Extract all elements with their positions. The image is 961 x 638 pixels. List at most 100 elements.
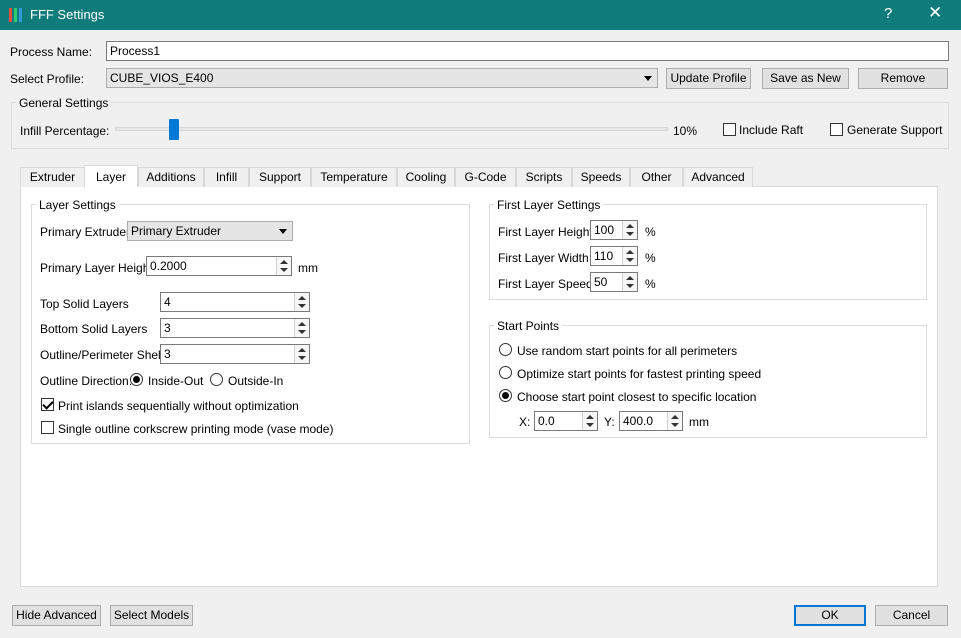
- spin-up-icon[interactable]: [280, 260, 288, 264]
- general-settings-group: [11, 102, 949, 149]
- remove-button[interactable]: Remove: [858, 68, 948, 89]
- x-spinbox[interactable]: 0.0: [534, 411, 598, 431]
- spin-down-icon[interactable]: [298, 330, 306, 334]
- general-settings-title: General Settings: [16, 96, 112, 110]
- spin-down-icon[interactable]: [626, 258, 634, 262]
- print-islands-label: Print islands sequentially without optim…: [58, 399, 299, 413]
- spin-buttons[interactable]: [622, 247, 637, 265]
- inside-out-radio[interactable]: [130, 373, 143, 386]
- tab-scripts[interactable]: Scripts: [516, 167, 572, 187]
- spin-buttons[interactable]: [622, 221, 637, 239]
- infill-slider-track[interactable]: [115, 127, 668, 131]
- spin-up-icon[interactable]: [298, 296, 306, 300]
- update-profile-button[interactable]: Update Profile: [666, 68, 751, 89]
- first-layer-speed-label: First Layer Speed: [498, 277, 593, 291]
- spin-up-icon[interactable]: [626, 224, 634, 228]
- spin-buttons[interactable]: [582, 412, 597, 430]
- optimize-start-label: Optimize start points for fastest printi…: [517, 367, 762, 381]
- top-solid-layers-spinbox[interactable]: 4: [160, 292, 310, 312]
- spin-up-icon[interactable]: [586, 415, 594, 419]
- primary-layer-height-spinbox[interactable]: 0.2000: [146, 256, 292, 276]
- chevron-down-icon: [279, 229, 287, 234]
- spin-up-icon[interactable]: [298, 322, 306, 326]
- top-solid-layers-value: 4: [164, 295, 171, 309]
- app-icon: [9, 8, 23, 22]
- spin-buttons[interactable]: [294, 293, 309, 311]
- title-bar: FFF Settings ? ✕: [0, 0, 961, 30]
- outline-direction-label: Outline Direction:: [40, 374, 133, 388]
- primary-extruder-select[interactable]: Primary Extruder: [127, 221, 293, 241]
- tab-other[interactable]: Other: [630, 167, 683, 187]
- outside-in-radio[interactable]: [210, 373, 223, 386]
- outline-shells-value: 3: [164, 347, 171, 361]
- spin-down-icon[interactable]: [298, 356, 306, 360]
- generate-support-checkbox[interactable]: [830, 123, 843, 136]
- bottom-solid-layers-value: 3: [164, 321, 171, 335]
- spin-buttons[interactable]: [294, 319, 309, 337]
- select-profile-label: Select Profile:: [10, 72, 85, 86]
- help-button[interactable]: ?: [884, 5, 892, 22]
- save-as-new-button[interactable]: Save as New: [762, 68, 849, 89]
- tab-infill[interactable]: Infill: [204, 167, 249, 187]
- spin-down-icon[interactable]: [626, 284, 634, 288]
- tab-layer[interactable]: Layer: [84, 165, 138, 187]
- close-button[interactable]: ✕: [928, 3, 942, 23]
- profile-select[interactable]: CUBE_VIOS_E400: [106, 68, 658, 88]
- y-spinbox[interactable]: 400.0: [619, 411, 683, 431]
- spin-down-icon[interactable]: [298, 304, 306, 308]
- spin-buttons[interactable]: [622, 273, 637, 291]
- select-models-button[interactable]: Select Models: [110, 605, 193, 626]
- first-layer-width-spinbox[interactable]: 110: [590, 246, 638, 266]
- tab-gcode[interactable]: G-Code: [455, 167, 516, 187]
- first-layer-width-value: 110: [594, 249, 614, 263]
- spin-down-icon[interactable]: [586, 423, 594, 427]
- outline-shells-spinbox[interactable]: 3: [160, 344, 310, 364]
- top-solid-layers-label: Top Solid Layers: [40, 297, 129, 311]
- infill-percentage-label: Infill Percentage:: [20, 124, 110, 138]
- optimize-start-radio[interactable]: [499, 366, 512, 379]
- first-layer-settings-title: First Layer Settings: [494, 198, 604, 212]
- outline-shells-label: Outline/Perimeter Shells: [40, 348, 170, 362]
- hide-advanced-button[interactable]: Hide Advanced: [12, 605, 101, 626]
- generate-support-label: Generate Support: [847, 123, 943, 137]
- profile-select-value: CUBE_VIOS_E400: [110, 71, 214, 85]
- spin-down-icon[interactable]: [671, 423, 679, 427]
- ok-button[interactable]: OK: [794, 605, 866, 626]
- tab-temperature[interactable]: Temperature: [311, 167, 397, 187]
- spin-buttons[interactable]: [294, 345, 309, 363]
- process-name-input[interactable]: Process1: [106, 41, 949, 61]
- bottom-solid-layers-spinbox[interactable]: 3: [160, 318, 310, 338]
- tab-extruder[interactable]: Extruder: [20, 167, 85, 187]
- random-start-radio[interactable]: [499, 343, 512, 356]
- tab-additions[interactable]: Additions: [138, 167, 204, 187]
- chevron-down-icon: [644, 76, 652, 81]
- print-islands-checkbox[interactable]: [41, 398, 54, 411]
- spin-down-icon[interactable]: [626, 232, 634, 236]
- infill-slider-handle[interactable]: [169, 119, 179, 140]
- first-layer-height-spinbox[interactable]: 100: [590, 220, 638, 240]
- spin-up-icon[interactable]: [671, 415, 679, 419]
- y-value: 400.0: [623, 414, 654, 428]
- primary-extruder-label: Primary Extruder: [40, 225, 131, 239]
- spin-up-icon[interactable]: [626, 250, 634, 254]
- layer-settings-title: Layer Settings: [36, 198, 119, 212]
- spin-buttons[interactable]: [276, 257, 291, 275]
- spin-up-icon[interactable]: [298, 348, 306, 352]
- cancel-button[interactable]: Cancel: [875, 605, 948, 626]
- spin-buttons[interactable]: [667, 412, 682, 430]
- primary-layer-height-unit: mm: [298, 261, 318, 275]
- tab-support[interactable]: Support: [249, 167, 311, 187]
- tab-speeds[interactable]: Speeds: [572, 167, 630, 187]
- vase-mode-checkbox[interactable]: [41, 421, 54, 434]
- outside-in-label: Outside-In: [228, 374, 284, 388]
- first-layer-width-unit: %: [645, 251, 656, 265]
- process-name-label: Process Name:: [10, 45, 93, 59]
- tab-cooling[interactable]: Cooling: [397, 167, 455, 187]
- include-raft-checkbox[interactable]: [723, 123, 736, 136]
- spin-up-icon[interactable]: [626, 276, 634, 280]
- closest-start-radio[interactable]: [499, 389, 512, 402]
- primary-layer-height-value: 0.2000: [150, 259, 187, 273]
- tab-advanced[interactable]: Advanced: [683, 167, 753, 187]
- first-layer-speed-spinbox[interactable]: 50: [590, 272, 638, 292]
- spin-down-icon[interactable]: [280, 268, 288, 272]
